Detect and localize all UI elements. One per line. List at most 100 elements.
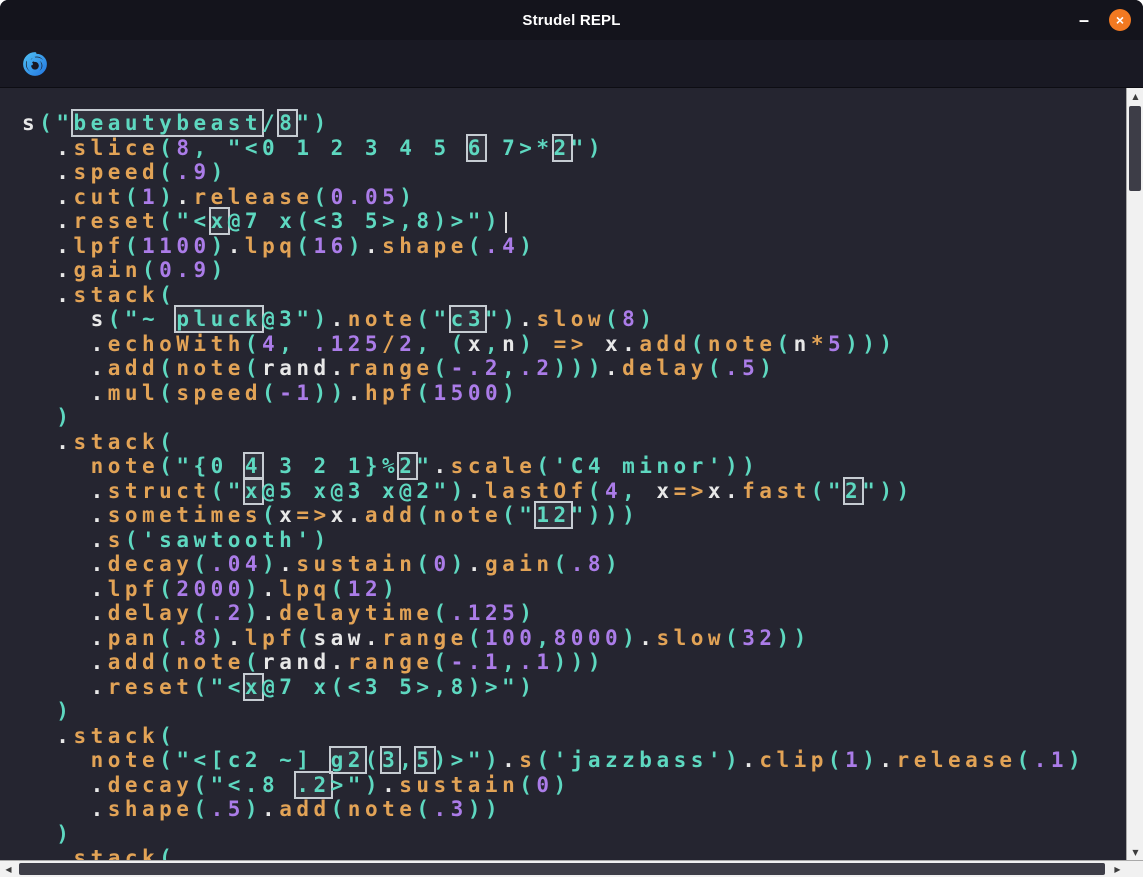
scroll-right-button[interactable]: ▶ xyxy=(1109,861,1126,877)
code-token: sustain xyxy=(399,773,519,797)
code-token: .125 xyxy=(451,601,520,625)
code-token: , xyxy=(502,356,519,380)
horizontal-scrollbar-thumb[interactable] xyxy=(19,863,1105,875)
code-token: .2 xyxy=(519,356,553,380)
code-line: .add(note(rand.range(-.2,.2))).delay(.5) xyxy=(22,356,1126,381)
code-token: ) xyxy=(485,209,502,233)
code-token: . xyxy=(22,552,108,576)
close-button[interactable]: × xyxy=(1109,9,1131,31)
code-token: ( xyxy=(159,160,176,184)
code-token: ) xyxy=(519,234,536,258)
code-token xyxy=(22,454,91,478)
code-token: 1500 xyxy=(434,381,503,405)
code-line: .shape(.5).add(note(.3)) xyxy=(22,797,1126,822)
code-token: . xyxy=(22,479,108,503)
code-token: range xyxy=(382,626,468,650)
code-token: ( xyxy=(416,381,433,405)
code-token: ( xyxy=(193,552,210,576)
code-token xyxy=(22,405,56,429)
horizontal-scrollbar[interactable]: ◀ ▶ xyxy=(0,860,1126,877)
highlighted-token: 12 xyxy=(536,503,570,527)
code-token: 12 xyxy=(348,577,382,601)
code-token: . xyxy=(382,773,399,797)
code-token: " xyxy=(56,111,73,135)
code-token: ( xyxy=(159,356,176,380)
code-token: 2 xyxy=(399,332,416,356)
code-line: ) xyxy=(22,699,1126,724)
code-token: ) xyxy=(313,528,330,552)
minimize-button[interactable]: – xyxy=(1075,13,1093,27)
code-token: ( xyxy=(245,356,262,380)
code-token: @5 x@3 x@2" xyxy=(262,479,451,503)
vertical-scrollbar-thumb[interactable] xyxy=(1129,106,1141,191)
code-token: x. xyxy=(708,479,742,503)
code-token: ))) xyxy=(554,356,605,380)
code-token: lpq xyxy=(245,234,296,258)
code-token: ( xyxy=(777,332,794,356)
code-token: . xyxy=(22,160,73,184)
highlighted-token: x xyxy=(211,209,228,233)
code-line: ) xyxy=(22,822,1126,847)
code-token: . xyxy=(639,626,656,650)
code-token xyxy=(22,822,56,846)
scroll-left-button[interactable]: ◀ xyxy=(0,861,17,877)
titlebar[interactable]: Strudel REPL – × xyxy=(0,0,1143,40)
code-token: x. xyxy=(588,332,639,356)
code-token: . xyxy=(262,797,279,821)
code-token: delay xyxy=(622,356,708,380)
code-token xyxy=(22,699,56,723)
code-token: ( xyxy=(159,626,176,650)
vertical-scrollbar-track[interactable] xyxy=(1127,104,1143,844)
code-token: . xyxy=(519,307,536,331)
code-token: 0.05 xyxy=(331,185,400,209)
code-token: 0.9 xyxy=(159,258,210,282)
code-token: " xyxy=(296,111,313,135)
code-token: )) xyxy=(725,454,759,478)
code-token: n xyxy=(794,332,811,356)
highlighted-token: 4 xyxy=(245,454,262,478)
code-editor[interactable]: s("beautybeast/8") .slice(8, "<0 1 2 3 4… xyxy=(0,88,1126,860)
scroll-up-button[interactable]: ▲ xyxy=(1127,88,1143,104)
code-token: -.1 xyxy=(451,650,502,674)
code-token: " xyxy=(228,479,245,503)
code-token: ( xyxy=(142,258,159,282)
code-token: .1 xyxy=(1034,748,1068,772)
highlighted-token: 2 xyxy=(399,454,416,478)
code-token: lastOf xyxy=(485,479,588,503)
code-token: ) xyxy=(313,307,330,331)
code-token: . xyxy=(22,332,108,356)
code-token: .125 xyxy=(313,332,382,356)
code-token: ) xyxy=(399,185,416,209)
scroll-down-button[interactable]: ▼ xyxy=(1127,844,1143,860)
code-token: lpf xyxy=(245,626,296,650)
strudel-logo[interactable] xyxy=(20,49,50,79)
code-line: .struct("x@5 x@3 x@2").lastOf(4, x=>x.fa… xyxy=(22,479,1126,504)
code-token: 0 xyxy=(434,552,451,576)
code-token: "<[c2 ~] xyxy=(176,748,330,772)
code-token: ( xyxy=(605,307,622,331)
code-token: , xyxy=(502,650,519,674)
code-token: ( xyxy=(433,356,450,380)
code-token: ( xyxy=(468,626,485,650)
horizontal-scrollbar-track[interactable] xyxy=(17,861,1109,877)
code-token: x. xyxy=(331,503,365,527)
code-token: . xyxy=(228,234,245,258)
scrollbar-corner xyxy=(1126,860,1143,877)
code-token: s xyxy=(22,307,108,331)
code-token: 8 xyxy=(622,307,639,331)
code-token: )) xyxy=(313,381,347,405)
code-token: . xyxy=(22,209,73,233)
code-token: release xyxy=(194,185,314,209)
code-line: .stack( xyxy=(22,430,1126,455)
code-token: note xyxy=(348,307,417,331)
code-token: ( xyxy=(125,528,142,552)
code-token: 32 xyxy=(742,626,776,650)
highlighted-token: 3 xyxy=(382,748,399,772)
code-token: . xyxy=(22,136,73,160)
vertical-scrollbar[interactable]: ▲ ▼ xyxy=(1126,88,1143,860)
highlighted-token: c3 xyxy=(451,307,485,331)
code-token: range xyxy=(348,650,434,674)
code-token: lpq xyxy=(279,577,330,601)
code-token: . xyxy=(331,307,348,331)
code-token: ) xyxy=(588,136,605,160)
